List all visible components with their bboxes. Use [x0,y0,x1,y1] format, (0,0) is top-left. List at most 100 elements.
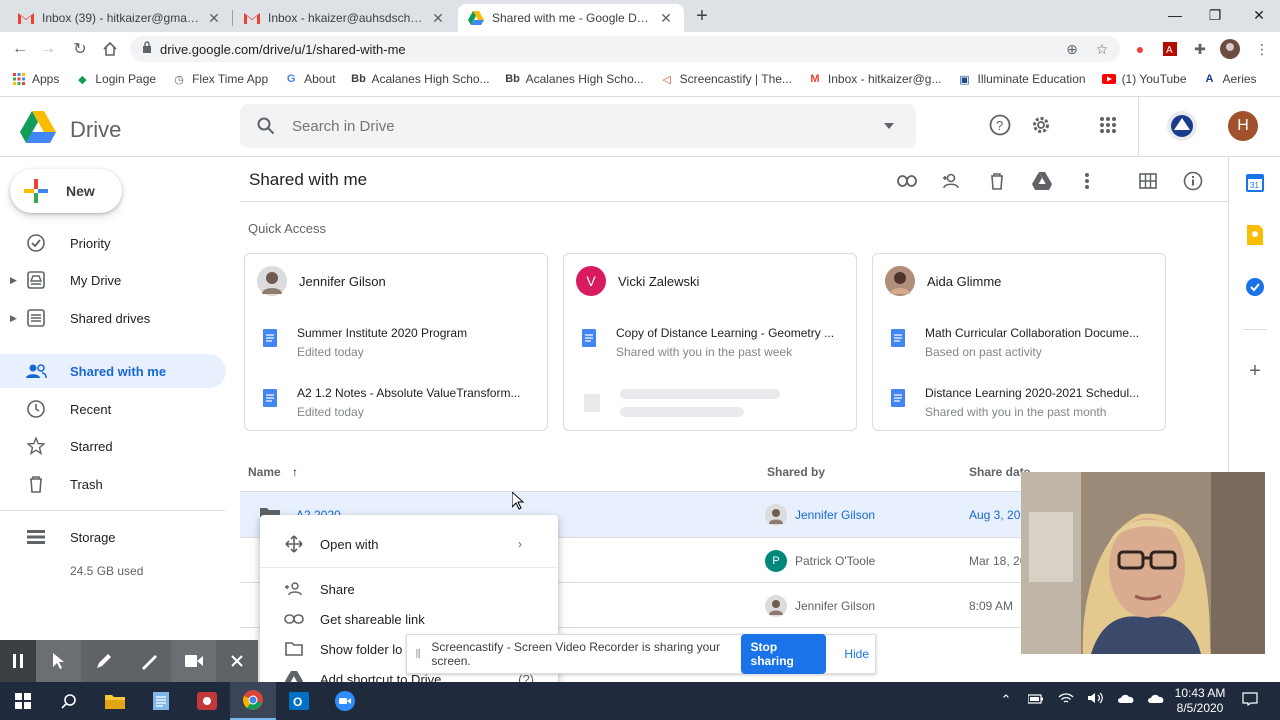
reload-icon[interactable]: ↻ [68,37,92,61]
quick-access-doc[interactable]: Distance Learning 2020-2021 Schedul... Sh… [891,386,1155,419]
tab-gmail-inbox-1[interactable]: Inbox (39) - hitkaizer@gmail.com ✕ [8,4,232,32]
sidebar-item-recent[interactable]: Recent [0,392,226,426]
snipping-tool-icon[interactable] [184,682,230,720]
search-options-icon[interactable] [862,123,916,129]
bookmark-flex-time[interactable]: ◷ Flex Time App [172,72,268,86]
pause-icon[interactable] [0,640,36,682]
help-icon[interactable]: ? [988,113,1012,137]
chrome-taskbar-icon[interactable] [230,682,276,720]
sidebar-item-storage[interactable]: Storage [0,520,226,554]
bookmark-star-icon[interactable]: ☆ [1092,39,1112,59]
bookmark-apps[interactable]: Apps [12,72,59,86]
webcam-toggle-icon[interactable] [171,640,216,682]
bookmark-about[interactable]: G About [284,72,336,86]
expand-arrow-icon[interactable]: ▶ [10,313,24,324]
search-input[interactable] [292,117,862,135]
quick-access-doc[interactable]: Summer Institute 2020 Program Edited toda… [263,326,537,359]
wifi-icon[interactable] [1056,692,1076,707]
share-icon[interactable] [940,169,964,193]
forward-icon[interactable]: → [36,37,60,61]
drag-handle-icon[interactable]: ⦀ [411,647,425,662]
search-bar[interactable] [240,104,916,148]
volume-icon[interactable] [1086,692,1106,707]
drive-logo[interactable]: Drive [20,111,121,148]
file-explorer-icon[interactable] [92,682,138,720]
sidebar-item-priority[interactable]: Priority [0,226,226,260]
sidebar-item-my-drive[interactable]: ▶ My Drive [0,263,226,297]
outlook-icon[interactable]: O [276,682,322,720]
quick-access-card[interactable]: Jennifer Gilson Summer Institute 2020 Pr… [244,253,548,431]
stop-sharing-button[interactable]: Stop sharing [740,634,827,674]
keep-icon[interactable] [1245,225,1265,245]
sidebar-item-starred[interactable]: Starred [0,429,226,463]
bookmark-acalanes-2[interactable]: Bb Acalanes High Scho... [505,72,643,86]
tab-gmail-inbox-2[interactable]: Inbox - hkaizer@auhsdschools.org ✕ [234,4,456,32]
close-toolbar-icon[interactable] [216,640,257,682]
bookmark-illuminate[interactable]: ▣ Illuminate Education [957,72,1085,86]
taskbar-search-icon[interactable] [46,682,92,720]
notifications-icon[interactable] [1240,692,1260,709]
close-tab-icon[interactable]: ✕ [206,10,222,27]
sidebar-item-trash[interactable]: Trash [0,467,226,501]
hide-button[interactable]: Hide [838,641,875,667]
home-icon[interactable] [98,37,122,61]
remove-icon[interactable] [985,169,1009,193]
chrome-menu-icon[interactable]: ⋮ [1252,39,1272,59]
column-header-name[interactable]: Name ↑ [248,465,298,479]
bookmark-youtube[interactable]: (1) YouTube [1101,72,1187,86]
sidebar-item-shared-drives[interactable]: ▶ Shared drives [0,301,226,335]
search-icon[interactable] [240,117,292,135]
bookmark-gmail[interactable]: M Inbox - hitkaizer@g... [808,72,941,86]
quick-access-card[interactable]: Aida Glimme Math Curricular Collaboratio… [872,253,1166,431]
extension-acrobat-icon[interactable]: A [1160,39,1180,59]
info-icon[interactable] [1181,169,1205,193]
grid-view-icon[interactable] [1136,169,1160,193]
menu-item-get-shareable-link[interactable]: Get shareable link [260,604,558,634]
onedrive-icon[interactable] [1116,692,1136,707]
windows-start-icon[interactable] [0,682,46,720]
onedrive-business-icon[interactable] [1146,692,1166,707]
google-apps-icon[interactable] [1096,113,1120,137]
extension-screencastify-icon[interactable]: ● [1130,39,1150,59]
bookmark-screencastify[interactable]: ◁ Screencastify | The... [660,72,792,86]
close-tab-icon[interactable]: ✕ [430,10,446,27]
zoom-icon[interactable] [322,682,368,720]
sort-ascending-icon[interactable]: ↑ [292,465,298,479]
quick-access-doc[interactable]: Math Curricular Collaboration Docume... B… [891,326,1155,359]
sidebar-item-shared-with-me[interactable]: Shared with me [0,354,226,388]
account-avatar[interactable]: H [1228,111,1258,141]
quick-access-card[interactable]: V Vicki Zalewski Copy of Distance Learni… [563,253,857,431]
tab-google-drive[interactable]: Shared with me - Google Drive ✕ [458,4,684,32]
get-link-icon[interactable] [895,169,919,193]
bookmark-login-page[interactable]: ◆ Login Page [75,72,156,86]
add-shortcut-to-drive-icon[interactable] [1030,169,1054,193]
back-icon[interactable]: ← [8,37,32,61]
menu-item-share[interactable]: Share [260,574,558,604]
tasks-icon[interactable] [1245,277,1265,297]
quick-access-doc[interactable]: A2 1.2 Notes - Absolute ValueTransform..… [263,386,537,419]
highlighter-icon[interactable] [126,640,171,682]
close-window-icon[interactable]: ✕ [1236,0,1280,32]
pen-icon[interactable] [81,640,126,682]
menu-item-open-with[interactable]: Open with › [260,529,558,559]
bookmark-acalanes-1[interactable]: Bb Acalanes High Scho... [351,72,489,86]
quick-access-doc[interactable]: Copy of Distance Learning - Geometry ...… [582,326,846,359]
cursor-icon[interactable] [36,640,81,682]
install-icon[interactable]: ⊕ [1062,39,1082,59]
column-header-shared-by[interactable]: Shared by [767,465,825,479]
battery-icon[interactable] [1026,692,1046,707]
restore-icon[interactable]: ❐ [1192,0,1238,32]
bookmark-aeries[interactable]: A Aeries [1203,72,1257,86]
extensions-puzzle-icon[interactable]: ✚ [1190,39,1210,59]
calendar-icon[interactable]: 31 [1245,173,1265,193]
address-bar[interactable]: drive.google.com/drive/u/1/shared-with-m… [130,36,1120,62]
system-clock[interactable]: 10:43 AM 8/5/2020 [1172,686,1228,716]
settings-gear-icon[interactable] [1029,113,1053,137]
profile-avatar-icon[interactable] [1220,39,1240,59]
new-tab-button[interactable]: + [690,4,714,28]
close-tab-icon[interactable]: ✕ [658,10,674,27]
show-hidden-icons-icon[interactable]: ⌃ [996,692,1016,708]
notepad-icon[interactable] [138,682,184,720]
new-button[interactable]: New [10,169,122,213]
more-actions-icon[interactable] [1075,169,1099,193]
